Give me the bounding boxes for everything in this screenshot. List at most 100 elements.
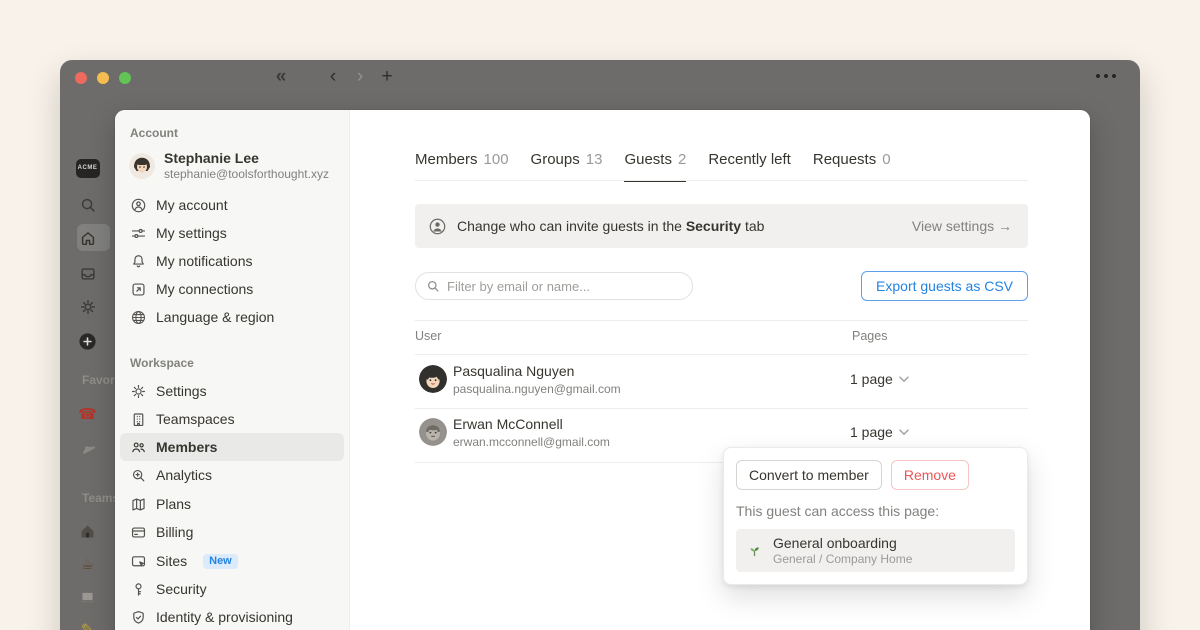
convert-to-member-button[interactable]: Convert to member [736,460,882,490]
member-tabs: Members100 Groups13 Guests2 Recently lef… [415,150,891,182]
settings-sidebar: Account Stephanie Lee stephanie@toolsfor… [115,110,350,630]
tab-guests[interactable]: Guests2 [624,150,686,182]
tab-requests[interactable]: Requests0 [813,150,891,182]
sidebar-item-label: Sites [156,553,187,569]
key-icon [129,580,147,598]
page-title: General onboarding [773,534,912,552]
guest-email: pasqualina.nguyen@gmail.com [453,382,621,397]
pages-dropdown[interactable]: 1 page [850,424,909,440]
search-nav-button[interactable] [60,194,115,216]
sidebar-item-label: My notifications [156,253,252,269]
tab-groups[interactable]: Groups13 [531,150,603,182]
sidebar-item-label: My connections [156,281,253,297]
inbox-nav-button[interactable] [60,263,115,285]
plus-circle-icon [78,332,97,351]
sidebar-item-analytics[interactable]: Analytics [120,461,344,489]
sidebar-item-security[interactable]: Security [120,575,344,603]
banner-text: Change who can invite guests in the Secu… [457,218,764,234]
sidebar-item-my-settings[interactable]: My settings [120,219,344,247]
sidebar-item-my-connections[interactable]: My connections [120,275,344,303]
accessible-page-item[interactable]: General onboarding General / Company Hom… [736,529,1015,572]
zoom-window-button[interactable] [119,72,131,84]
telephone-icon: ☎ [78,407,97,422]
account-section-label: Account [130,126,178,140]
popup-caption: This guest can access this page: [736,503,1015,519]
sidebar-item-language-region[interactable]: Language & region [120,303,344,331]
app-window: « ‹ › + ACME Favorites ☎ [60,60,1140,630]
sidebar-item-label: My settings [156,225,227,241]
sprout-icon [746,542,763,559]
more-options-button[interactable] [1096,74,1116,78]
close-window-button[interactable] [75,72,87,84]
back-button[interactable]: ‹ [324,64,342,90]
home-nav-button[interactable] [60,227,115,249]
tabs-divider [415,180,1028,181]
pages-dropdown[interactable]: 1 page [850,371,909,387]
search-input[interactable] [447,279,682,294]
acme-logo-icon: ACME [76,159,100,178]
workspace-logo[interactable]: ACME [60,157,115,179]
teamspace-page-coffee[interactable]: ☕ [60,553,115,575]
guest-name: Erwan McConnell [453,416,563,433]
teamspace-page-pencil[interactable]: ✎ [60,619,115,630]
favorite-page-telephone[interactable]: ☎ [60,403,115,425]
settings-modal: Account Stephanie Lee stephanie@toolsfor… [115,110,1090,630]
tab-recently-left[interactable]: Recently left [708,150,791,182]
person-circle-icon [129,196,147,214]
sidebar-item-my-notifications[interactable]: My notifications [120,247,344,275]
shield-check-icon [129,608,147,626]
sidebar-item-settings[interactable]: Settings [120,377,344,405]
profile-avatar [129,153,155,179]
tab-members[interactable]: Members100 [415,150,509,182]
app-settings-button[interactable] [60,296,115,318]
house-icon [79,523,96,540]
sidebar-item-teamspaces[interactable]: Teamspaces [120,405,344,433]
favorite-page-sneaker[interactable] [60,436,115,458]
sneaker-icon [76,436,99,459]
view-settings-link[interactable]: View settings → [912,218,1012,234]
invite-guests-banner: Change who can invite guests in the Secu… [415,204,1028,248]
sidebar-item-label: Language & region [156,309,274,325]
sidebar-item-identity-provisioning[interactable]: Identity & provisioning [120,603,344,630]
new-tab-button[interactable]: + [378,64,396,90]
gear-icon [79,298,97,316]
sidebar-item-plans[interactable]: Plans [120,490,344,518]
gear-icon [129,382,147,400]
tab-count: 100 [484,151,509,168]
sidebar-collapse-icon[interactable]: « [268,66,294,88]
sidebar-item-billing[interactable]: Billing [120,518,344,546]
sliders-icon [129,224,147,242]
sidebar-item-my-account[interactable]: My account [120,191,344,219]
remove-guest-button[interactable]: Remove [891,460,969,490]
sidebar-item-sites[interactable]: Sites New [120,547,344,575]
page-path: General / Company Home [773,552,912,567]
members-settings-content: Members100 Groups13 Guests2 Recently lef… [350,110,1090,630]
laptop-icon [79,589,96,606]
guest-name: Pasqualina Nguyen [453,363,574,380]
column-header-user: User [415,329,441,343]
table-top-divider [415,320,1028,321]
teamspace-page-laptop[interactable] [60,586,115,608]
tab-count: 0 [882,151,890,168]
account-profile[interactable]: Stephanie Lee stephanie@toolsforthought.… [129,150,329,182]
sidebar-item-label: Teamspaces [156,411,235,427]
new-page-button[interactable] [60,330,115,352]
chevron-down-icon [899,376,909,383]
forward-button[interactable]: › [351,64,369,90]
globe-icon [129,308,147,326]
profile-email: stephanie@toolsforthought.xyz [164,167,329,182]
row-divider [415,408,1028,409]
export-guests-csv-button[interactable]: Export guests as CSV [861,271,1028,301]
sidebar-item-label: Settings [156,383,207,399]
teamspace-page-house[interactable] [60,520,115,542]
minimize-window-button[interactable] [97,72,109,84]
sidebar-item-members[interactable]: Members [120,433,344,461]
sidebar-item-label: Analytics [156,467,212,483]
guest-actions-popup: Convert to member Remove This guest can … [723,447,1028,585]
coffee-icon: ☕ [81,557,94,572]
favorites-section-label: Favorites [82,373,115,387]
guest-email: erwan.mcconnell@gmail.com [453,435,610,450]
inbox-icon [79,265,97,283]
table-header-divider [415,354,1028,355]
guest-filter-search[interactable] [415,272,693,300]
